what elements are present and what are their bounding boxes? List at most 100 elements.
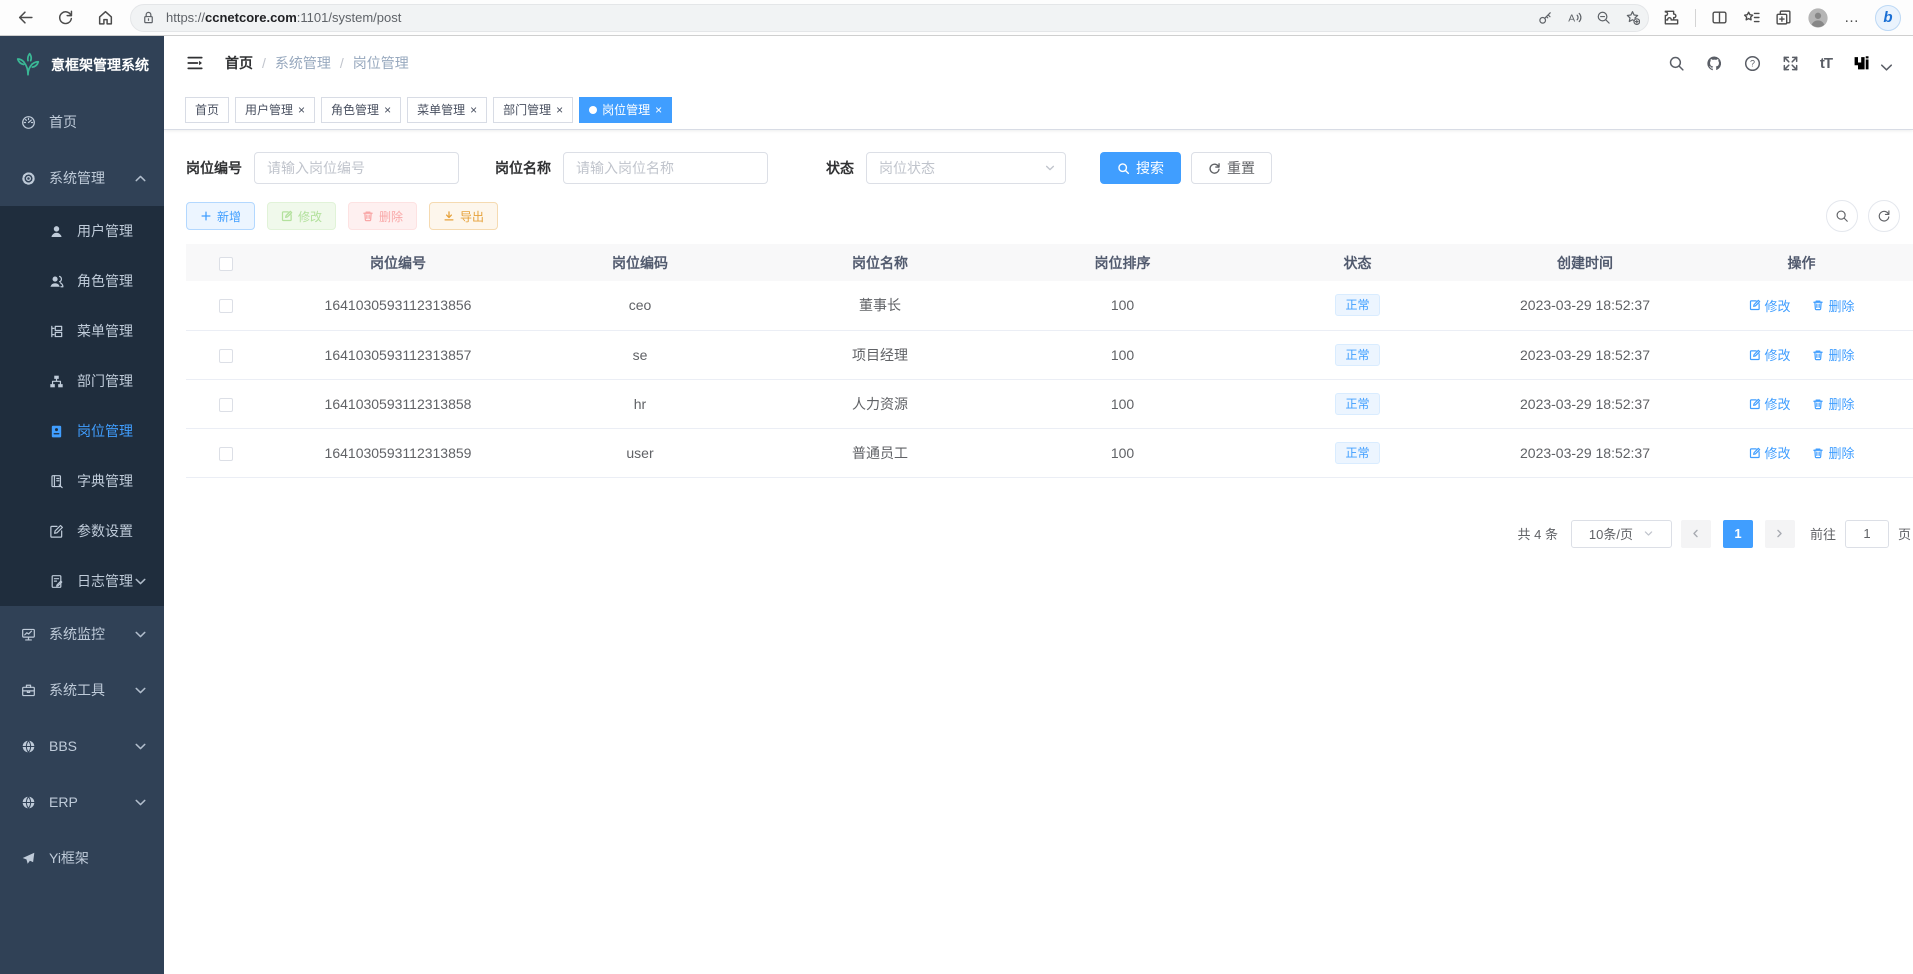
browser-back-button[interactable] [10, 4, 40, 32]
browser-home-button[interactable] [90, 4, 120, 32]
tab-home[interactable]: 首页 [185, 97, 229, 123]
sidebar-item-home[interactable]: 首页 [0, 94, 164, 150]
bing-chat-icon[interactable]: b [1875, 5, 1901, 31]
sidebar-item-menus[interactable]: 菜单管理 [0, 306, 164, 356]
sidebar-item-logs[interactable]: 日志管理 [0, 556, 164, 606]
row-checkbox[interactable] [219, 299, 233, 313]
cell-post-id: 1641030593112313858 [266, 379, 530, 428]
favorite-star-icon[interactable] [1625, 10, 1640, 25]
cell-post-id: 1641030593112313859 [266, 428, 530, 477]
user-avatar-menu[interactable] [1853, 51, 1895, 76]
row-edit-link[interactable]: 修改 [1749, 345, 1791, 364]
export-button[interactable]: 导出 [429, 202, 498, 230]
add-button[interactable]: 新增 [186, 202, 255, 230]
sidebar-item-roles[interactable]: 角色管理 [0, 256, 164, 306]
edit-button-disabled[interactable]: 修改 [267, 202, 336, 230]
tab-posts-active[interactable]: 岗位管理× [579, 97, 672, 123]
password-key-icon[interactable] [1538, 10, 1553, 25]
tab-menus[interactable]: 菜单管理× [407, 97, 487, 123]
edit-button-label: 修改 [298, 208, 322, 225]
sidebar-item-label: BBS [49, 738, 77, 754]
close-icon[interactable]: × [556, 104, 563, 116]
zoom-out-icon[interactable] [1596, 10, 1611, 25]
select-all-checkbox[interactable] [219, 257, 233, 271]
row-edit-link[interactable]: 修改 [1749, 296, 1791, 315]
sidebar-item-label: 参数设置 [77, 521, 133, 541]
header-search-icon[interactable] [1668, 55, 1685, 72]
sidebar-item-users[interactable]: 用户管理 [0, 206, 164, 256]
col-created: 创建时间 [1480, 244, 1690, 281]
font-size-icon[interactable]: tT [1820, 55, 1832, 72]
tab-roles[interactable]: 角色管理× [321, 97, 401, 123]
close-icon[interactable]: × [384, 104, 391, 116]
prev-page-button[interactable] [1681, 520, 1711, 548]
goto-page-input[interactable] [1845, 520, 1889, 548]
globe-icon [21, 795, 36, 810]
row-delete-link[interactable]: 删除 [1812, 296, 1854, 315]
sidebar-item-tools[interactable]: 系统工具 [0, 662, 164, 718]
browser-refresh-button[interactable] [50, 4, 80, 32]
toggle-search-button[interactable] [1826, 200, 1858, 232]
row-checkbox[interactable] [219, 398, 233, 412]
row-delete-link[interactable]: 删除 [1812, 394, 1854, 413]
extensions-icon[interactable] [1663, 9, 1680, 26]
row-checkbox[interactable] [219, 349, 233, 363]
table-row[interactable]: 1641030593112313858 hr 人力资源 100 正常 2023-… [186, 379, 1913, 428]
search-button[interactable]: 搜索 [1100, 152, 1181, 184]
chevron-up-icon [133, 171, 148, 186]
sidebar-item-departments[interactable]: 部门管理 [0, 356, 164, 406]
row-delete-link[interactable]: 删除 [1812, 345, 1854, 364]
sidebar: 意框架管理系统 首页 系统管理 用户管理 角色管理 菜单管理 [0, 36, 164, 974]
table-row[interactable]: 1641030593112313856 ceo 董事长 100 正常 2023-… [186, 281, 1913, 330]
sidebar-fold-button[interactable] [179, 47, 211, 79]
cell-created: 2023-03-29 18:52:37 [1480, 379, 1690, 428]
docs-question-icon[interactable] [1744, 55, 1761, 72]
sidebar-item-yi-framework[interactable]: Yi框架 [0, 830, 164, 886]
app-logo[interactable]: 意框架管理系统 [0, 36, 164, 94]
close-icon[interactable]: × [470, 104, 477, 116]
next-page-button[interactable] [1765, 520, 1795, 548]
split-screen-icon[interactable] [1711, 9, 1728, 26]
close-icon[interactable]: × [655, 104, 662, 116]
refresh-table-button[interactable] [1868, 200, 1900, 232]
breadcrumb-system[interactable]: 系统管理 [275, 53, 331, 73]
table-row[interactable]: 1641030593112313859 user 普通员工 100 正常 202… [186, 428, 1913, 477]
page-unit-label: 页 [1898, 524, 1911, 543]
cell-post-code: hr [530, 379, 750, 428]
post-code-input[interactable] [254, 152, 459, 184]
close-icon[interactable]: × [298, 104, 305, 116]
sidebar-item-label: 系统管理 [49, 168, 105, 188]
sidebar-item-system[interactable]: 系统管理 [0, 150, 164, 206]
tab-users[interactable]: 用户管理× [235, 97, 315, 123]
sidebar-item-posts[interactable]: 岗位管理 [0, 406, 164, 456]
page-size-select[interactable]: 10条/页 [1571, 520, 1672, 548]
row-edit-link[interactable]: 修改 [1749, 443, 1791, 462]
address-bar[interactable]: https://ccnetcore.com:1101/system/post [130, 4, 1649, 32]
table-row[interactable]: 1641030593112313857 se 项目经理 100 正常 2023-… [186, 330, 1913, 379]
sidebar-item-monitoring[interactable]: 系统监控 [0, 606, 164, 662]
url-text[interactable]: https://ccnetcore.com:1101/system/post [166, 10, 1526, 25]
page-number-1[interactable]: 1 [1723, 520, 1753, 548]
reset-button[interactable]: 重置 [1191, 152, 1272, 184]
sidebar-item-parameters[interactable]: 参数设置 [0, 506, 164, 556]
github-icon[interactable] [1706, 55, 1723, 72]
row-edit-link[interactable]: 修改 [1749, 394, 1791, 413]
row-checkbox[interactable] [219, 447, 233, 461]
chevron-down-icon [133, 795, 148, 810]
sidebar-item-dictionary[interactable]: 字典管理 [0, 456, 164, 506]
post-name-input[interactable] [563, 152, 768, 184]
monitor-icon [21, 627, 36, 642]
browser-more-icon[interactable]: … [1844, 9, 1860, 26]
sidebar-item-erp[interactable]: ERP [0, 774, 164, 830]
read-aloud-icon[interactable] [1567, 10, 1582, 25]
sidebar-item-bbs[interactable]: BBS [0, 718, 164, 774]
breadcrumb-home[interactable]: 首页 [225, 53, 253, 73]
collections-icon[interactable] [1775, 9, 1792, 26]
browser-profile-avatar[interactable] [1807, 7, 1829, 29]
favorites-bar-icon[interactable] [1743, 9, 1760, 26]
tab-departments[interactable]: 部门管理× [493, 97, 573, 123]
delete-button-disabled[interactable]: 删除 [348, 202, 417, 230]
fullscreen-icon[interactable] [1782, 55, 1799, 72]
status-select[interactable]: 岗位状态 [866, 152, 1066, 184]
row-delete-link[interactable]: 删除 [1812, 443, 1854, 462]
